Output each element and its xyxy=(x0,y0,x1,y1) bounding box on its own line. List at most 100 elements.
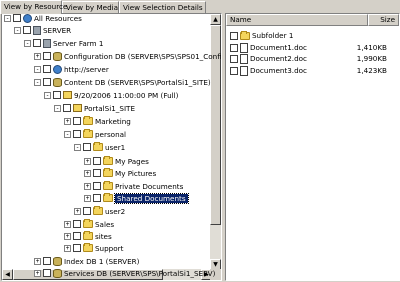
tree-node[interactable]: - SERVER xyxy=(14,25,71,35)
tree-node-label[interactable]: sites xyxy=(95,232,112,241)
expand-icon[interactable]: + xyxy=(34,281,41,282)
tree-node-checkbox[interactable] xyxy=(73,244,81,252)
tree-node[interactable]: + Private Documents xyxy=(84,181,183,191)
expand-icon[interactable]: + xyxy=(34,52,41,60)
tree-node-label[interactable]: http://server xyxy=(64,65,109,74)
tree-node-label[interactable]: user1 xyxy=(105,143,125,152)
tree-node-label[interactable]: Server Farm 1 xyxy=(53,39,103,48)
expand-icon[interactable]: + xyxy=(34,269,41,277)
list-item-checkbox[interactable] xyxy=(230,54,238,63)
column-header-name[interactable]: Name xyxy=(226,14,368,26)
tree-node-checkbox[interactable] xyxy=(13,14,21,22)
tree-node-label[interactable]: user2 xyxy=(105,207,125,216)
collapse-icon[interactable]: - xyxy=(14,26,21,34)
expand-icon[interactable]: + xyxy=(84,182,91,190)
tree-node-label[interactable]: personal xyxy=(95,130,126,139)
collapse-icon[interactable]: - xyxy=(44,91,51,99)
tree-node[interactable]: - user1 xyxy=(74,142,125,152)
tree-node-checkbox[interactable] xyxy=(73,220,81,228)
tree-node-checkbox[interactable] xyxy=(53,91,61,99)
tree-node-checkbox[interactable] xyxy=(43,78,51,86)
tab-view-selection-details[interactable]: View Selection Details xyxy=(119,1,206,13)
tree-node[interactable]: - All Resources xyxy=(4,14,82,23)
tab-view-by-resource[interactable]: View by Resource xyxy=(0,0,67,14)
tree-node-label[interactable]: My Pages xyxy=(115,157,149,166)
tree-node-checkbox[interactable] xyxy=(73,232,81,240)
list-item[interactable]: Subfolder 1 xyxy=(230,30,395,41)
tree-node-label[interactable]: User Profile DB (SERVER\SPS\PortalSi1_..… xyxy=(64,280,214,281)
tree-node-label[interactable]: PortalSi1_SITE xyxy=(84,104,135,113)
expand-icon[interactable]: + xyxy=(84,157,91,165)
tree-node-checkbox[interactable] xyxy=(93,169,101,177)
tree-node[interactable]: + Support xyxy=(64,243,123,253)
tree-node-label[interactable]: Content DB (SERVER\SPS\PortalSi1_SITE) xyxy=(64,78,211,87)
tree-node-checkbox[interactable] xyxy=(83,207,91,215)
tree-node-checkbox[interactable] xyxy=(43,280,51,281)
tree-node-label[interactable]: Configuration DB (SERVER\SPS\SPS01_Confi… xyxy=(64,52,221,61)
tree-node-checkbox[interactable] xyxy=(33,39,41,47)
tree-node-checkbox[interactable] xyxy=(93,194,101,202)
tree-node[interactable]: + user2 xyxy=(74,206,125,216)
collapse-icon[interactable]: - xyxy=(64,130,71,138)
tree-node-checkbox[interactable] xyxy=(43,269,51,277)
expand-icon[interactable]: + xyxy=(74,207,81,215)
collapse-icon[interactable]: - xyxy=(24,39,31,47)
tree-node-checkbox[interactable] xyxy=(83,143,91,151)
tree-node-checkbox[interactable] xyxy=(93,157,101,165)
tree-node-checkbox[interactable] xyxy=(23,26,31,34)
tree-node-checkbox[interactable] xyxy=(93,182,101,190)
tree-node-label[interactable]: All Resources xyxy=(34,14,82,23)
tab-view-by-media[interactable]: View by Media xyxy=(62,1,119,13)
list-item[interactable]: Document1.doc 1,410KB xyxy=(230,42,395,53)
tree-node[interactable]: + Marketing xyxy=(64,116,131,126)
tree-node-label[interactable]: Private Documents xyxy=(115,182,183,191)
tree-node-label[interactable]: My Pictures xyxy=(115,169,156,178)
tree-node-label[interactable]: Services DB (SERVER\SPS\PortalSi1_SERV) xyxy=(64,269,215,278)
collapse-icon[interactable]: - xyxy=(54,104,61,112)
tree-node-checkbox[interactable] xyxy=(43,52,51,60)
collapse-icon[interactable]: - xyxy=(34,65,41,73)
expand-icon[interactable]: + xyxy=(64,232,71,240)
tree-node-checkbox[interactable] xyxy=(63,104,71,112)
scroll-up-icon[interactable]: ▲ xyxy=(210,14,221,25)
tree-node[interactable]: + Index DB 1 (SERVER) xyxy=(34,256,139,266)
tree-node-checkbox[interactable] xyxy=(73,130,81,138)
tree-node[interactable]: + User Profile DB (SERVER\SPS\PortalSi1_.… xyxy=(34,279,214,282)
tree-node-label[interactable]: Marketing xyxy=(95,117,131,126)
expand-icon[interactable]: + xyxy=(84,194,91,202)
tree-node[interactable]: - 9/20/2006 11:00:00 PM (Full) xyxy=(44,90,178,100)
tree-node-checkbox[interactable] xyxy=(73,117,81,125)
tree-node[interactable]: - Content DB (SERVER\SPS\PortalSi1_SITE) xyxy=(34,77,211,87)
tree-node[interactable]: + Configuration DB (SERVER\SPS\SPS01_Conf… xyxy=(34,51,221,61)
collapse-icon[interactable]: - xyxy=(74,143,81,151)
tree-node-label[interactable]: Shared Documents xyxy=(114,192,189,204)
tree-node[interactable]: - http://server xyxy=(34,64,109,74)
tree-node[interactable]: + Services DB (SERVER\SPS\PortalSi1_SERV) xyxy=(34,268,215,278)
tree-node[interactable]: - personal xyxy=(64,129,126,139)
tree-node[interactable]: + Sales xyxy=(64,219,114,229)
tree-node-checkbox[interactable] xyxy=(43,257,51,265)
tree-node-label[interactable]: SERVER xyxy=(43,26,71,35)
tree-node[interactable]: - Server Farm 1 xyxy=(24,38,103,48)
tree-node-label[interactable]: Index DB 1 (SERVER) xyxy=(64,257,139,266)
collapse-icon[interactable]: - xyxy=(34,78,41,86)
list-item[interactable]: Document3.doc 1,423KB xyxy=(230,65,395,76)
expand-icon[interactable]: + xyxy=(34,257,41,265)
tree-node[interactable]: + My Pictures xyxy=(84,168,156,178)
tree-node[interactable]: + My Pages xyxy=(84,156,149,166)
tree-node[interactable]: - PortalSi1_SITE xyxy=(54,103,135,113)
collapse-icon[interactable]: - xyxy=(4,14,11,22)
list-item[interactable]: Document2.doc 1,990KB xyxy=(230,53,395,64)
tree-node-label[interactable]: Support xyxy=(95,244,123,253)
tree-node-label[interactable]: Sales xyxy=(95,220,114,229)
tree-node[interactable]: + sites xyxy=(64,231,112,241)
expand-icon[interactable]: + xyxy=(64,244,71,252)
expand-icon[interactable]: + xyxy=(84,169,91,177)
list-item-checkbox[interactable] xyxy=(230,66,238,75)
tree-node-label[interactable]: 9/20/2006 11:00:00 PM (Full) xyxy=(74,91,178,100)
tree-node[interactable]: + Shared Documents xyxy=(84,192,189,204)
expand-icon[interactable]: + xyxy=(64,220,71,228)
scroll-left-icon[interactable]: ◀ xyxy=(2,269,13,280)
list-item-checkbox[interactable] xyxy=(230,43,238,52)
tree-node-checkbox[interactable] xyxy=(43,65,51,73)
